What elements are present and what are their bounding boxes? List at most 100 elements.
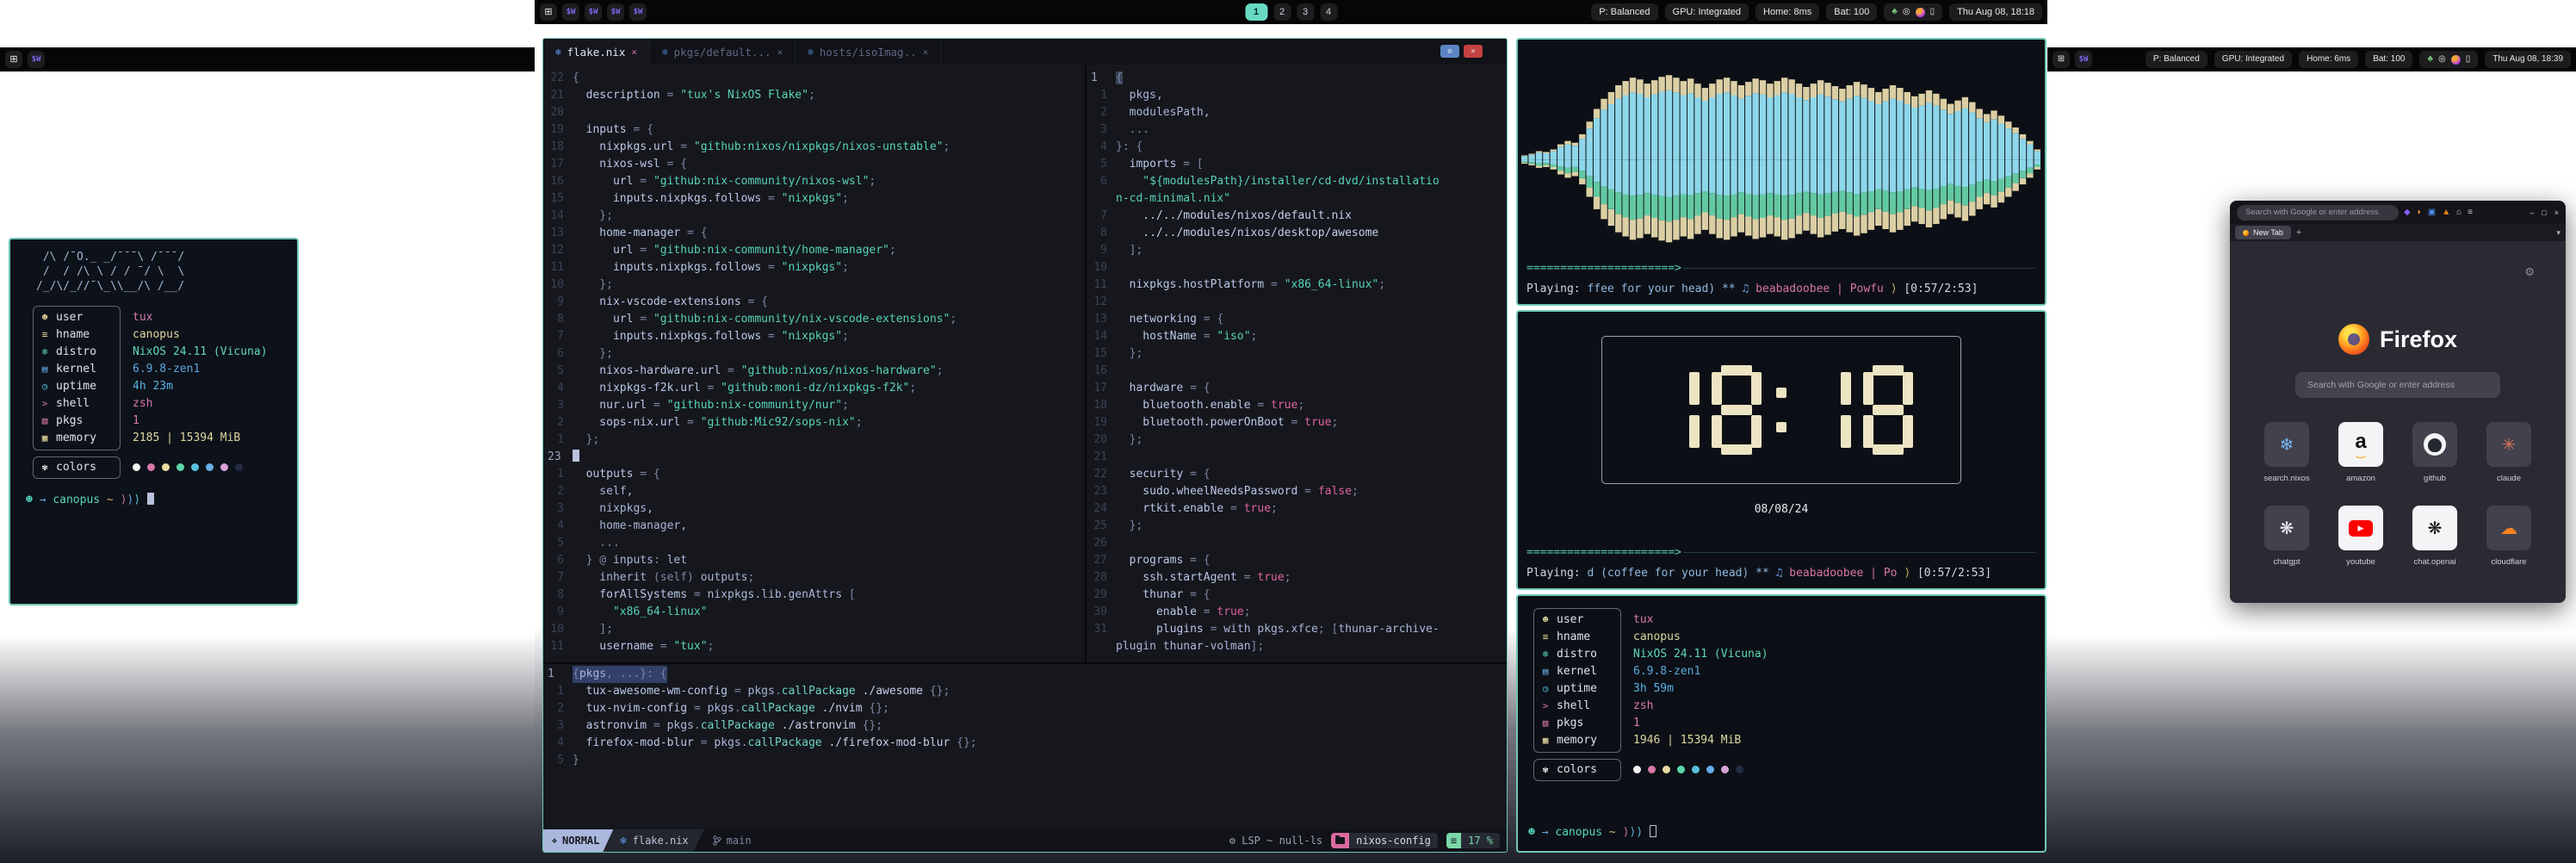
token: = { (627, 123, 653, 136)
editor-tab-hosts-isoImag-[interactable]: ❄hosts/isoImag..× (796, 39, 941, 65)
code-line: 18 bluetooth.enable = true; (1087, 397, 1507, 414)
systray-icon[interactable]: $W (28, 51, 45, 68)
code-text: inputs.nixpkgs.follows = "nixpkgs"; (573, 259, 849, 276)
metamask-icon[interactable]: ▲ (2442, 208, 2450, 217)
editor-tab-pkgs-default-[interactable]: ❄pkgs/default...× (650, 39, 796, 65)
firefox-window[interactable]: Search with Google or enter address ◆ ◗ ▣ ▲… (2230, 201, 2566, 603)
menu-icon[interactable]: ≡ (2468, 208, 2473, 217)
shortcut-amazon[interactable]: a‿amazon (2333, 422, 2388, 483)
tray-app-glyph: $W (611, 3, 621, 21)
code-text: nixpkgs-f2k.url = "github:moni-dz/nixpkg… (573, 380, 916, 397)
code-text: }; (573, 345, 613, 363)
code-line: 28 ssh.startAgent = true; (1087, 569, 1507, 587)
fetch-row: ▦memory (1534, 732, 1620, 749)
pane-splitter-horizontal[interactable] (543, 662, 1507, 664)
line-number: 14 (543, 208, 573, 225)
editor-pane-flake[interactable]: 22{21 description = "tux's NixOS Flake";… (543, 65, 1085, 662)
maximize-button[interactable]: □ (2542, 208, 2546, 217)
pkgs-icon: ▧ (1534, 715, 1557, 732)
shortcut-cloudflare[interactable]: ☁cloudflare (2481, 506, 2536, 567)
shortcut-tile: ▶ (2338, 506, 2383, 550)
token: url (573, 244, 633, 257)
code-text: tux-awesome-wm-config = pkgs.callPackage… (573, 683, 950, 700)
shortcut-youtube[interactable]: ▶youtube (2333, 506, 2388, 567)
close-button[interactable]: × (2554, 208, 2559, 217)
workspace-2[interactable]: 2 (1273, 3, 1291, 21)
editor-window[interactable]: ❄flake.nix×❄pkgs/default...×❄hosts/isoIm… (542, 38, 1508, 853)
token: ; (909, 382, 916, 394)
code-line: 19 bluetooth.powerOnBoot = true; (1087, 414, 1507, 432)
editor-tab-flake-nix[interactable]: ❄flake.nix× (543, 39, 650, 65)
workspace-4[interactable]: 4 (1320, 3, 1337, 21)
home-icon[interactable]: ⌂ (2456, 208, 2461, 217)
playing-segment: [0:57/2:53] (1904, 282, 1978, 295)
minimize-button[interactable]: – (2530, 208, 2534, 217)
token: = { (1183, 588, 1210, 601)
clock-colon (1774, 365, 1789, 455)
line-number: 21 (543, 87, 573, 104)
workspace-3[interactable]: 3 (1297, 3, 1314, 21)
shortcut-chatgpt[interactable]: ❋chatgpt (2259, 506, 2314, 567)
editor-pane-iso[interactable]: 1{1 pkgs,2 modulesPath,3 ...4}: {5 impor… (1087, 65, 1507, 662)
user-icon: ☻ (34, 309, 56, 326)
shortcut-search-nixos[interactable]: ❄search.nixos (2259, 422, 2314, 483)
personalize-gear-icon[interactable]: ⚙ (2524, 265, 2535, 279)
terminal-window[interactable]: /\ /¯O._ _/¯¯¯\ /¯¯¯/ / / /\ \ / / ¯/ \ … (9, 238, 299, 605)
systray-icon[interactable]: $W (2075, 51, 2092, 68)
shortcut-claude[interactable]: ✳claude (2481, 422, 2536, 483)
line-number: 22 (543, 70, 573, 87)
line-number: 6 (543, 552, 573, 569)
tab-new-tab[interactable]: New Tab (2235, 226, 2291, 239)
code-text: inputs.nixpkgs.follows = "nixpkgs"; (573, 190, 849, 208)
new-tab-button[interactable]: + (2296, 227, 2301, 238)
tab-list-chevron-icon[interactable]: ▾ (2556, 228, 2561, 238)
token: nixpkgs-f2k.url (573, 382, 701, 394)
close-button[interactable]: × (1464, 45, 1483, 58)
hname-icon: ≡ (1534, 629, 1557, 646)
shell-prompt[interactable]: ☻ → canopus ~ ⟩⟩⟩ (26, 493, 283, 506)
pkgs-icon: ▧ (34, 413, 56, 430)
token: ; (1297, 399, 1304, 412)
line-number: 1 (543, 466, 573, 483)
fetch-row: ❄distro (1534, 646, 1620, 663)
shortcut-github[interactable]: github (2407, 422, 2462, 483)
shortcut-chat-openai[interactable]: ❋chat.openai (2407, 506, 2462, 567)
status-pill: GPU: Integrated (1665, 3, 1749, 21)
code-line: 13 networking = { (1087, 311, 1507, 328)
fetch-row: ≡hname (34, 326, 120, 344)
code-line: 20 (543, 104, 1085, 121)
editor-pane-pkgs[interactable]: 1{pkgs, ...}: {1 tux-awesome-wm-config =… (543, 666, 1507, 769)
extension-purple-icon[interactable]: ◆ (2404, 208, 2411, 217)
code-line: 17 hardware = { (1087, 380, 1507, 397)
token: }; (573, 209, 613, 222)
systray-icon[interactable]: $W (607, 3, 624, 21)
url-bar[interactable]: Search with Google or enter address (2237, 205, 2399, 220)
code-text: { (1116, 70, 1123, 87)
project-name: nixos-config (1349, 833, 1438, 848)
newtab-search-input[interactable]: Search with Google or enter address (2295, 372, 2500, 398)
bitwarden-icon[interactable]: ▣ (2428, 208, 2436, 217)
extension-orange-icon[interactable]: ◗ (2417, 208, 2422, 217)
tab-close-icon[interactable]: × (631, 47, 637, 58)
token: "github:nixos/nixos-hardware" (741, 364, 937, 377)
token: { (1116, 71, 1123, 84)
window-controls: –□ × (2530, 208, 2559, 217)
launcher-icon[interactable]: ⊞ (540, 3, 557, 21)
shell-icon: > (34, 395, 56, 413)
systray-icon[interactable]: $W (562, 3, 579, 21)
code-text: astronvim = pkgs.callPackage ./astronvim… (573, 717, 882, 735)
zen-eye-button[interactable]: ⊙ (1440, 45, 1459, 58)
shell-prompt[interactable]: ☻ → canopus ~ ⟩⟩⟩ (1528, 825, 1656, 839)
systray-icon[interactable]: $W (629, 3, 647, 21)
launcher-icon[interactable]: ⊞ (2053, 51, 2070, 68)
line-number: 29 (1087, 587, 1116, 604)
workspace-1[interactable]: 1 (1245, 3, 1267, 21)
token: } @ (573, 554, 613, 567)
fetch-info: ☻user≡hname❄distro▤kernel◷uptime>shell▧p… (33, 306, 283, 479)
tab-close-icon[interactable]: × (777, 47, 783, 58)
tab-close-icon[interactable]: × (923, 47, 929, 58)
launcher-icon[interactable]: ⊞ (5, 51, 22, 68)
fetch-row: ▧pkgs (1534, 715, 1620, 732)
editor-tab-bar: ❄flake.nix×❄pkgs/default...×❄hosts/isoIm… (543, 39, 1507, 65)
systray-icon[interactable]: $W (585, 3, 602, 21)
